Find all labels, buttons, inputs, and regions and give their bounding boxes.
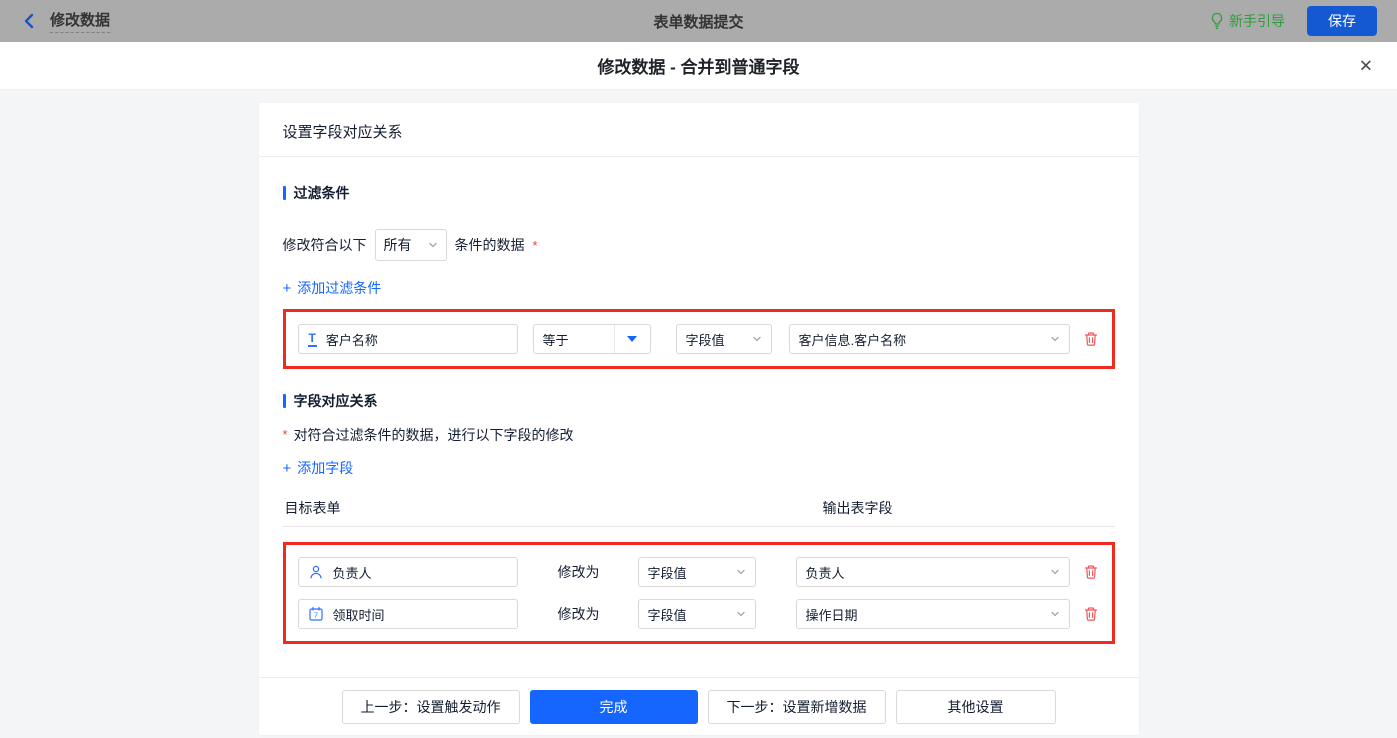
target-field-value: 负责人 — [332, 565, 372, 581]
svg-text:7: 7 — [313, 610, 317, 619]
delete-condition-button[interactable] — [1082, 328, 1100, 350]
mapping-section-title: 字段对应关系 — [282, 391, 1115, 411]
text-field-icon: T — [307, 330, 317, 347]
delete-mapping-button[interactable] — [1082, 603, 1100, 625]
sentence-suffix: 条件的数据 — [454, 237, 525, 253]
plus-icon: + — [282, 279, 292, 297]
required-mark: * — [532, 237, 538, 253]
match-mode-select[interactable]: 所有 — [374, 229, 447, 261]
mapping-annotation-box: 负责人 修改为 字段值 负责人 7 领取时间 修改为 字段值 操作日期 — [282, 542, 1115, 644]
output-field-value: 负责人 — [805, 565, 845, 581]
back-chevron-icon — [24, 13, 34, 29]
modify-to-label: 修改为 — [557, 606, 600, 622]
lightbulb-icon — [1211, 12, 1223, 29]
mapping-description: 对符合过滤条件的数据，进行以下字段的修改 — [293, 427, 574, 443]
plus-icon: + — [282, 459, 292, 477]
mapping-column-headers: 目标表单 输出表字段 — [283, 498, 1115, 516]
panel-header: 设置字段对应关系 — [258, 103, 1139, 157]
trash-icon — [1084, 332, 1097, 346]
delete-mapping-button[interactable] — [1082, 561, 1100, 583]
modify-to-label: 修改为 — [557, 564, 600, 580]
calendar-icon: 7 — [308, 606, 323, 621]
filter-annotation-box: T 客户名称 等于 字段值 客户信息.客户名称 — [282, 309, 1115, 369]
top-bar: 修改数据 表单数据提交 新手引导 保存 — [0, 0, 1397, 42]
condition-value: 客户信息.客户名称 — [798, 332, 907, 348]
back-button[interactable] — [20, 12, 38, 30]
add-field-link[interactable]: + 添加字段 — [283, 458, 354, 478]
condition-field-value: 客户名称 — [325, 332, 378, 348]
panel-footer: 上一步：设置触发动作 完成 下一步：设置新增数据 其他设置 — [258, 677, 1139, 735]
guide-label: 新手引导 — [1229, 13, 1285, 29]
chevron-down-icon — [736, 569, 745, 575]
section-accent-bar — [282, 394, 286, 408]
value-type-select[interactable]: 字段值 — [675, 324, 772, 354]
mapping-row: 7 领取时间 修改为 字段值 操作日期 — [297, 599, 1100, 629]
target-field-value: 领取时间 — [332, 607, 385, 623]
add-filter-condition-link[interactable]: + 添加过滤条件 — [283, 278, 382, 298]
chevron-down-icon — [1050, 336, 1059, 342]
other-settings-button[interactable]: 其他设置 — [895, 689, 1056, 724]
trash-icon — [1084, 565, 1097, 579]
done-button[interactable]: 完成 — [529, 689, 698, 724]
save-button[interactable]: 保存 — [1307, 6, 1377, 36]
filter-section-title: 过滤条件 — [282, 183, 1115, 203]
value-type-value: 字段值 — [647, 565, 687, 581]
mapping-row: 负责人 修改为 字段值 负责人 — [297, 557, 1100, 587]
close-icon[interactable]: ✕ — [1359, 57, 1373, 74]
target-field-input[interactable]: 7 领取时间 — [297, 599, 518, 629]
value-type-select[interactable]: 字段值 — [637, 557, 756, 587]
settings-panel: 设置字段对应关系 过滤条件 修改符合以下 所有 条件的数据 * + 添加过滤条件 — [258, 103, 1139, 735]
modal-header: 修改数据 - 合并到普通字段 ✕ — [0, 42, 1397, 90]
filter-condition-row: T 客户名称 等于 字段值 客户信息.客户名称 — [297, 324, 1100, 354]
sentence-prefix: 修改符合以下 — [282, 237, 367, 253]
trash-icon — [1084, 607, 1097, 621]
mapping-section-label: 字段对应关系 — [293, 393, 378, 409]
modal-body: 设置字段对应关系 过滤条件 修改符合以下 所有 条件的数据 * + 添加过滤条件 — [0, 90, 1397, 738]
chevron-down-icon — [1050, 569, 1059, 575]
beginner-guide-link[interactable]: 新手引导 — [1210, 11, 1285, 31]
add-filter-label: 添加过滤条件 — [297, 280, 382, 296]
operator-caret-zone[interactable] — [613, 325, 650, 353]
value-type-value: 字段值 — [685, 332, 725, 348]
chevron-down-icon — [428, 242, 437, 248]
value-type-value: 字段值 — [647, 607, 687, 623]
filter-section-label: 过滤条件 — [293, 185, 350, 201]
output-field-select[interactable]: 负责人 — [795, 557, 1070, 587]
next-step-button[interactable]: 下一步：设置新增数据 — [707, 689, 886, 724]
value-type-select[interactable]: 字段值 — [637, 599, 756, 629]
flow-title[interactable]: 修改数据 — [50, 9, 111, 33]
section-accent-bar — [282, 186, 286, 200]
target-field-input[interactable]: 负责人 — [297, 557, 518, 587]
operator-select[interactable]: 等于 — [532, 324, 651, 354]
output-field-select[interactable]: 操作日期 — [795, 599, 1070, 629]
required-mark: * — [282, 427, 288, 442]
column-header-target-form: 目标表单 — [284, 500, 341, 516]
prev-step-button[interactable]: 上一步：设置触发动作 — [341, 689, 520, 724]
add-field-label: 添加字段 — [297, 460, 354, 476]
condition-value-select[interactable]: 客户信息.客户名称 — [788, 324, 1070, 354]
chevron-down-icon — [1050, 611, 1059, 617]
caret-down-icon — [627, 336, 637, 342]
condition-field-input[interactable]: T 客户名称 — [297, 324, 518, 354]
modal-title: 修改数据 - 合并到普通字段 — [597, 58, 800, 77]
match-mode-value: 所有 — [383, 237, 412, 253]
column-header-output-field: 输出表字段 — [822, 500, 893, 516]
mapping-description-row: * 对符合过滤条件的数据，进行以下字段的修改 — [283, 425, 1115, 445]
chevron-down-icon — [736, 611, 745, 617]
user-icon — [309, 565, 322, 579]
operator-value: 等于 — [542, 332, 569, 348]
chevron-down-icon — [752, 336, 761, 342]
form-name-title: 表单数据提交 — [653, 13, 744, 31]
filter-match-sentence: 修改符合以下 所有 条件的数据 * — [283, 229, 1115, 261]
header-divider — [282, 526, 1115, 527]
output-field-value: 操作日期 — [805, 607, 858, 623]
